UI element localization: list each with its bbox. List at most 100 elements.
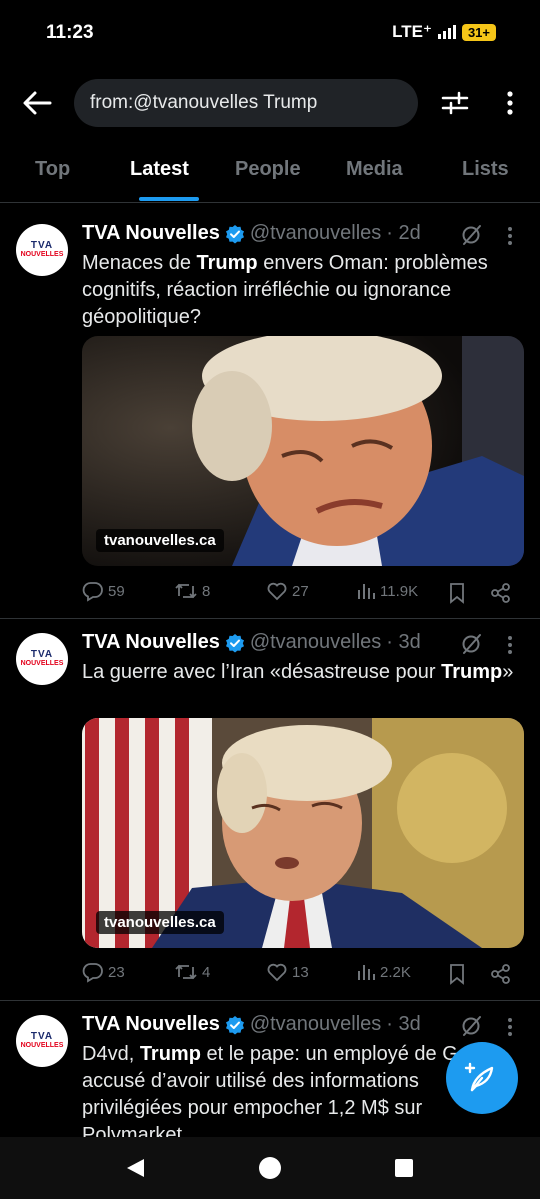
grok-icon[interactable]	[460, 633, 484, 655]
author-handle[interactable]: @tvanouvelles	[250, 1013, 381, 1036]
repost-icon	[175, 583, 197, 599]
compose-feather-icon	[464, 1062, 494, 1092]
avatar[interactable]: TVA NOUVELLES	[16, 633, 68, 685]
like-count: 13	[292, 963, 309, 981]
repost-button[interactable]: 4	[174, 961, 210, 983]
tweet-header: TVA Nouvelles @tvanouvelles · 2d	[82, 222, 421, 245]
grok-icon[interactable]	[460, 224, 484, 246]
avatar[interactable]: TVA NOUVELLES	[16, 224, 68, 276]
reply-button[interactable]: 23	[82, 961, 125, 983]
tweet[interactable]: TVA NOUVELLES TVA Nouvelles @tvanouvelle…	[0, 210, 540, 619]
bookmark-icon[interactable]	[448, 582, 466, 604]
repost-count: 4	[202, 963, 211, 981]
network-type: LTE⁺	[392, 22, 432, 41]
battery-level: 31	[467, 24, 483, 40]
system-nav-bar	[0, 1137, 540, 1199]
tweet-text: Menaces de Trump envers Oman: problèmes …	[82, 250, 522, 331]
battery-icon: 31+	[461, 23, 496, 41]
status-bar: 11:23 LTE⁺ 31+	[0, 0, 540, 62]
link-source: tvanouvelles.ca	[96, 529, 224, 552]
tweet-text-part: Menaces de	[82, 252, 197, 274]
search-header: from:@tvanouvelles Trump	[0, 78, 540, 130]
like-count: 27	[292, 582, 309, 600]
tab-people[interactable]: People	[235, 158, 301, 181]
tab-media[interactable]: Media	[346, 158, 403, 181]
views-chart-icon	[358, 965, 375, 980]
tweet-header: TVA Nouvelles @tvanouvelles · 3d	[82, 631, 421, 654]
reply-count: 59	[108, 582, 125, 600]
author-name[interactable]: TVA Nouvelles	[82, 1013, 220, 1036]
author-handle[interactable]: @tvanouvelles	[250, 631, 381, 654]
avatar-logo-line1: TVA	[30, 240, 54, 251]
view-count: 2.2K	[380, 963, 411, 981]
share-icon[interactable]	[490, 963, 512, 985]
tweet-time: · 2d	[386, 222, 421, 244]
tweet-text-highlight: Trump	[139, 1043, 201, 1065]
repost-count: 8	[202, 582, 211, 600]
tab-top[interactable]: Top	[35, 158, 70, 181]
avatar-logo-line2: NOUVELLES	[20, 660, 64, 667]
tweet-text-part: D4vd,	[82, 1043, 140, 1065]
active-tab-indicator	[139, 197, 199, 201]
tweet-actions: 59 8 27 11.9K	[82, 580, 522, 610]
author-handle[interactable]: @tvanouvelles	[250, 222, 381, 245]
search-tabs: Top Latest People Media Lists	[0, 148, 540, 203]
verified-badge-icon	[225, 633, 244, 652]
heart-icon	[267, 963, 287, 982]
reply-button[interactable]: 59	[82, 580, 125, 602]
reply-icon	[82, 582, 103, 602]
tweet-more-icon[interactable]	[506, 226, 514, 246]
tweet-text: La guerre avec l’Iran «désastreuse pour …	[82, 659, 522, 686]
tweet-actions: 23 4 13 2.2K	[82, 961, 522, 991]
tweet-text-part: »	[502, 661, 514, 683]
heart-icon	[267, 582, 287, 601]
more-options-icon[interactable]	[500, 90, 520, 116]
grok-icon[interactable]	[460, 1015, 484, 1037]
views-chart-icon	[358, 584, 375, 599]
tweet-more-icon[interactable]	[506, 1017, 514, 1037]
author-name[interactable]: TVA Nouvelles	[82, 631, 220, 654]
search-input[interactable]: from:@tvanouvelles Trump	[74, 79, 418, 127]
avatar-logo-line2: NOUVELLES	[20, 1042, 64, 1049]
nav-recents-icon[interactable]	[394, 1158, 414, 1178]
tab-latest[interactable]: Latest	[130, 158, 189, 181]
status-time: 11:23	[46, 22, 94, 43]
tweet-header: TVA Nouvelles @tvanouvelles · 3d	[82, 1013, 421, 1036]
signal-icon	[437, 25, 456, 39]
back-arrow-icon[interactable]	[22, 90, 52, 116]
tweet-time: · 3d	[386, 631, 421, 653]
share-icon[interactable]	[490, 582, 512, 604]
author-name[interactable]: TVA Nouvelles	[82, 222, 220, 245]
search-filter-icon[interactable]	[440, 90, 470, 116]
tab-lists[interactable]: Lists	[462, 158, 509, 181]
view-count: 11.9K	[380, 582, 419, 600]
reply-icon	[82, 963, 103, 983]
repost-icon	[175, 964, 197, 980]
nav-home-icon[interactable]	[258, 1156, 282, 1180]
tweet-text-part: La guerre avec l’Iran «désastreuse pour	[82, 661, 442, 683]
search-query: from:@tvanouvelles Trump	[90, 92, 318, 113]
reply-count: 23	[108, 963, 125, 981]
status-icons: LTE⁺ 31+	[392, 22, 496, 42]
views-button[interactable]: 11.9K	[356, 580, 418, 602]
tweet-media-image[interactable]: tvanouvelles.ca	[82, 336, 524, 566]
repost-button[interactable]: 8	[174, 580, 210, 602]
tweet[interactable]: TVA NOUVELLES TVA Nouvelles @tvanouvelle…	[0, 619, 540, 1001]
views-button[interactable]: 2.2K	[356, 961, 411, 983]
tweet-time: · 3d	[386, 1013, 421, 1035]
nav-back-icon[interactable]	[124, 1157, 146, 1179]
verified-badge-icon	[225, 224, 244, 243]
tweet-text-highlight: Trump	[196, 252, 258, 274]
avatar-logo-line2: NOUVELLES	[20, 251, 64, 258]
tweet-media-image[interactable]: tvanouvelles.ca	[82, 718, 524, 948]
tweet-more-icon[interactable]	[506, 635, 514, 655]
avatar[interactable]: TVA NOUVELLES	[16, 1015, 68, 1067]
like-button[interactable]: 13	[266, 961, 309, 983]
avatar-logo-line1: TVA	[30, 1031, 54, 1042]
verified-badge-icon	[225, 1015, 244, 1034]
bookmark-icon[interactable]	[448, 963, 466, 985]
compose-button[interactable]	[446, 1042, 518, 1114]
avatar-logo-line1: TVA	[30, 649, 54, 660]
like-button[interactable]: 27	[266, 580, 309, 602]
tweet-text-highlight: Trump	[441, 661, 503, 683]
